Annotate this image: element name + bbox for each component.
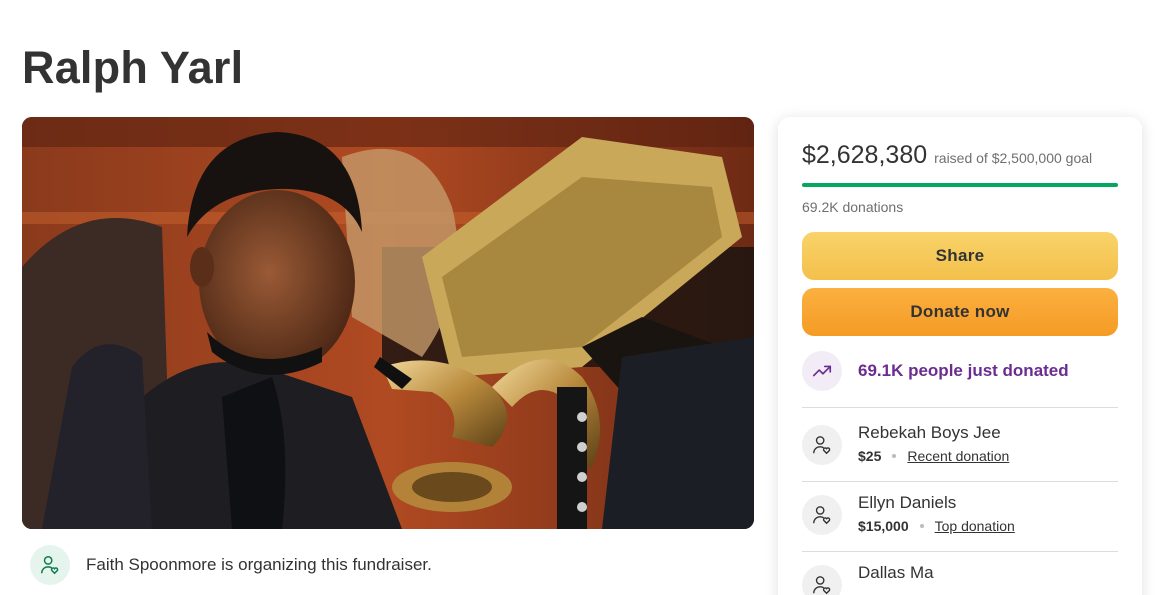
organizer-row: Faith Spoonmore is organizing this fundr… <box>30 545 432 585</box>
page-title: Ralph Yarl <box>22 42 244 93</box>
organizer-text: Faith Spoonmore is organizing this fundr… <box>86 555 432 574</box>
user-heart-icon <box>30 545 70 585</box>
progress-fill <box>802 183 1118 187</box>
divider <box>802 407 1118 408</box>
top-donation-link[interactable]: Top donation <box>935 518 1015 534</box>
raised-goal: raised of $2,500,000 goal <box>934 150 1093 166</box>
divider <box>802 481 1118 482</box>
donate-now-button[interactable]: Donate now <box>802 288 1118 336</box>
donor-item: Ellyn Daniels $15,000 Top donation <box>802 493 1015 535</box>
trend-text: 69.1K people just donated <box>858 361 1069 380</box>
donor-item: Rebekah Boys Jee $25 Recent donation <box>802 423 1009 465</box>
share-button[interactable]: Share <box>802 232 1118 280</box>
user-heart-icon <box>802 495 842 535</box>
recent-donation-link[interactable]: Recent donation <box>907 448 1009 464</box>
donor-amount: $25 <box>858 448 882 464</box>
trending-up-icon <box>802 351 842 391</box>
user-heart-icon <box>802 565 842 595</box>
separator-dot <box>892 454 897 458</box>
donor-name: Dallas Ma <box>858 563 934 582</box>
raised-amount: $2,628,380 <box>802 141 928 169</box>
donor-amount: $15,000 <box>858 518 909 534</box>
donation-card: $2,628,380 raised of $2,500,000 goal 69.… <box>778 117 1142 595</box>
donations-count: 69.2K donations <box>802 199 904 215</box>
donor-name: Ellyn Daniels <box>858 493 957 512</box>
hero-photo <box>22 117 754 529</box>
recent-activity[interactable]: 69.1K people just donated <box>802 351 1069 391</box>
raised-summary: $2,628,380 raised of $2,500,000 goal <box>802 141 1092 170</box>
donor-name: Rebekah Boys Jee <box>858 423 1001 442</box>
progress-bar <box>802 183 1118 187</box>
donor-item: Dallas Ma <box>802 563 934 595</box>
hero-image <box>22 117 754 529</box>
divider <box>802 551 1118 552</box>
user-heart-icon <box>802 425 842 465</box>
separator-dot <box>919 524 924 528</box>
